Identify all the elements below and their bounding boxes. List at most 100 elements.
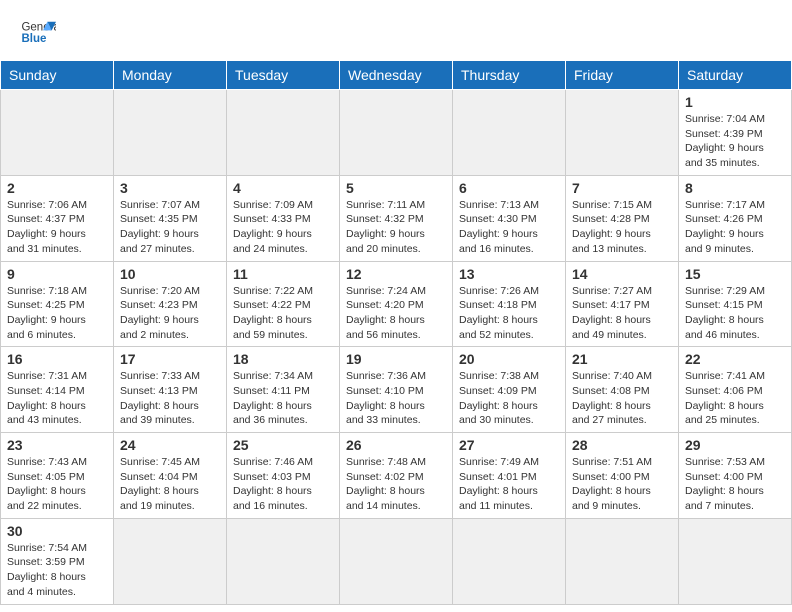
day-info: Sunrise: 7:18 AM Sunset: 4:25 PM Dayligh… (7, 284, 107, 343)
calendar-cell: 4 Sunrise: 7:09 AM Sunset: 4:33 PM Daylig… (227, 175, 340, 261)
day-info: Sunrise: 7:40 AM Sunset: 4:08 PM Dayligh… (572, 369, 672, 428)
day-info: Sunrise: 7:53 AM Sunset: 4:00 PM Dayligh… (685, 455, 785, 514)
day-number: 25 (233, 437, 333, 453)
calendar-cell: 1 Sunrise: 7:04 AM Sunset: 4:39 PM Daylig… (679, 90, 792, 176)
calendar-cell: 5Sunrise: 7:11 AM Sunset: 4:32 PM Daylig… (340, 175, 453, 261)
calendar-cell (1, 90, 114, 176)
day-info: Sunrise: 7:34 AM Sunset: 4:11 PM Dayligh… (233, 369, 333, 428)
day-number: 1 (685, 94, 785, 110)
day-info: Sunrise: 7:09 AM Sunset: 4:33 PM Dayligh… (233, 198, 333, 257)
day-number: 14 (572, 266, 672, 282)
calendar-cell (340, 90, 453, 176)
day-number: 19 (346, 351, 446, 367)
weekday-header-monday: Monday (114, 61, 227, 90)
day-info: Sunrise: 7:43 AM Sunset: 4:05 PM Dayligh… (7, 455, 107, 514)
day-number: 29 (685, 437, 785, 453)
day-number: 12 (346, 266, 446, 282)
day-info: Sunrise: 7:24 AM Sunset: 4:20 PM Dayligh… (346, 284, 446, 343)
calendar-cell (114, 90, 227, 176)
page-header: General Blue (0, 0, 792, 60)
day-number: 13 (459, 266, 559, 282)
calendar-cell: 14Sunrise: 7:27 AM Sunset: 4:17 PM Dayli… (566, 261, 679, 347)
calendar-cell: 23 Sunrise: 7:43 AM Sunset: 4:05 PM Dayli… (1, 433, 114, 519)
calendar-cell: 26Sunrise: 7:48 AM Sunset: 4:02 PM Dayli… (340, 433, 453, 519)
day-number: 8 (685, 180, 785, 196)
calendar-week-4: 16Sunrise: 7:31 AM Sunset: 4:14 PM Dayli… (1, 347, 792, 433)
calendar-cell: 11 Sunrise: 7:22 AM Sunset: 4:22 PM Dayli… (227, 261, 340, 347)
calendar-cell: 8 Sunrise: 7:17 AM Sunset: 4:26 PM Daylig… (679, 175, 792, 261)
day-info: Sunrise: 7:41 AM Sunset: 4:06 PM Dayligh… (685, 369, 785, 428)
day-number: 23 (7, 437, 107, 453)
calendar-cell: 22 Sunrise: 7:41 AM Sunset: 4:06 PM Dayli… (679, 347, 792, 433)
calendar-cell: 19 Sunrise: 7:36 AM Sunset: 4:10 PM Dayli… (340, 347, 453, 433)
day-info: Sunrise: 7:48 AM Sunset: 4:02 PM Dayligh… (346, 455, 446, 514)
logo-icon: General Blue (20, 16, 56, 52)
day-number: 18 (233, 351, 333, 367)
calendar-cell (340, 518, 453, 604)
day-info: Sunrise: 7:07 AM Sunset: 4:35 PM Dayligh… (120, 198, 220, 257)
day-number: 30 (7, 523, 107, 539)
day-info: Sunrise: 7:29 AM Sunset: 4:15 PM Dayligh… (685, 284, 785, 343)
day-number: 21 (572, 351, 672, 367)
day-number: 17 (120, 351, 220, 367)
day-number: 28 (572, 437, 672, 453)
calendar-cell: 25 Sunrise: 7:46 AM Sunset: 4:03 PM Dayli… (227, 433, 340, 519)
calendar-cell: 9 Sunrise: 7:18 AM Sunset: 4:25 PM Daylig… (1, 261, 114, 347)
calendar-cell: 6 Sunrise: 7:13 AM Sunset: 4:30 PM Daylig… (453, 175, 566, 261)
calendar-cell: 30 Sunrise: 7:54 AM Sunset: 3:59 PM Dayli… (1, 518, 114, 604)
calendar-cell: 7Sunrise: 7:15 AM Sunset: 4:28 PM Daylig… (566, 175, 679, 261)
day-info: Sunrise: 7:49 AM Sunset: 4:01 PM Dayligh… (459, 455, 559, 514)
day-info: Sunrise: 7:15 AM Sunset: 4:28 PM Dayligh… (572, 198, 672, 257)
calendar-cell (114, 518, 227, 604)
day-info: Sunrise: 7:54 AM Sunset: 3:59 PM Dayligh… (7, 541, 107, 600)
calendar-cell: 16Sunrise: 7:31 AM Sunset: 4:14 PM Dayli… (1, 347, 114, 433)
day-info: Sunrise: 7:26 AM Sunset: 4:18 PM Dayligh… (459, 284, 559, 343)
day-number: 10 (120, 266, 220, 282)
day-info: Sunrise: 7:46 AM Sunset: 4:03 PM Dayligh… (233, 455, 333, 514)
day-number: 2 (7, 180, 107, 196)
calendar-cell (227, 90, 340, 176)
calendar-cell (453, 518, 566, 604)
day-number: 24 (120, 437, 220, 453)
weekday-header-saturday: Saturday (679, 61, 792, 90)
day-number: 15 (685, 266, 785, 282)
calendar-cell: 15 Sunrise: 7:29 AM Sunset: 4:15 PM Dayli… (679, 261, 792, 347)
calendar-cell (679, 518, 792, 604)
calendar-week-2: 2 Sunrise: 7:06 AM Sunset: 4:37 PM Daylig… (1, 175, 792, 261)
day-info: Sunrise: 7:04 AM Sunset: 4:39 PM Dayligh… (685, 112, 785, 171)
calendar-cell (566, 518, 679, 604)
logo: General Blue (20, 16, 56, 52)
calendar-cell: 10Sunrise: 7:20 AM Sunset: 4:23 PM Dayli… (114, 261, 227, 347)
day-number: 4 (233, 180, 333, 196)
day-info: Sunrise: 7:13 AM Sunset: 4:30 PM Dayligh… (459, 198, 559, 257)
day-info: Sunrise: 7:22 AM Sunset: 4:22 PM Dayligh… (233, 284, 333, 343)
weekday-header-tuesday: Tuesday (227, 61, 340, 90)
day-number: 27 (459, 437, 559, 453)
day-number: 11 (233, 266, 333, 282)
day-number: 9 (7, 266, 107, 282)
calendar-cell: 27 Sunrise: 7:49 AM Sunset: 4:01 PM Dayli… (453, 433, 566, 519)
day-info: Sunrise: 7:51 AM Sunset: 4:00 PM Dayligh… (572, 455, 672, 514)
day-info: Sunrise: 7:17 AM Sunset: 4:26 PM Dayligh… (685, 198, 785, 257)
day-info: Sunrise: 7:36 AM Sunset: 4:10 PM Dayligh… (346, 369, 446, 428)
calendar-body: 1 Sunrise: 7:04 AM Sunset: 4:39 PM Daylig… (1, 90, 792, 605)
calendar-cell: 13 Sunrise: 7:26 AM Sunset: 4:18 PM Dayli… (453, 261, 566, 347)
weekday-header-thursday: Thursday (453, 61, 566, 90)
svg-text:Blue: Blue (21, 33, 47, 45)
weekday-header-row: SundayMondayTuesdayWednesdayThursdayFrid… (1, 61, 792, 90)
calendar: SundayMondayTuesdayWednesdayThursdayFrid… (0, 60, 792, 605)
calendar-cell: 18 Sunrise: 7:34 AM Sunset: 4:11 PM Dayli… (227, 347, 340, 433)
day-number: 16 (7, 351, 107, 367)
day-info: Sunrise: 7:45 AM Sunset: 4:04 PM Dayligh… (120, 455, 220, 514)
calendar-cell: 29 Sunrise: 7:53 AM Sunset: 4:00 PM Dayli… (679, 433, 792, 519)
day-number: 6 (459, 180, 559, 196)
day-info: Sunrise: 7:06 AM Sunset: 4:37 PM Dayligh… (7, 198, 107, 257)
calendar-cell (227, 518, 340, 604)
calendar-week-3: 9 Sunrise: 7:18 AM Sunset: 4:25 PM Daylig… (1, 261, 792, 347)
day-number: 22 (685, 351, 785, 367)
calendar-cell: 17Sunrise: 7:33 AM Sunset: 4:13 PM Dayli… (114, 347, 227, 433)
day-info: Sunrise: 7:38 AM Sunset: 4:09 PM Dayligh… (459, 369, 559, 428)
calendar-cell: 21 Sunrise: 7:40 AM Sunset: 4:08 PM Dayli… (566, 347, 679, 433)
calendar-week-6: 30 Sunrise: 7:54 AM Sunset: 3:59 PM Dayli… (1, 518, 792, 604)
calendar-cell: 20Sunrise: 7:38 AM Sunset: 4:09 PM Dayli… (453, 347, 566, 433)
